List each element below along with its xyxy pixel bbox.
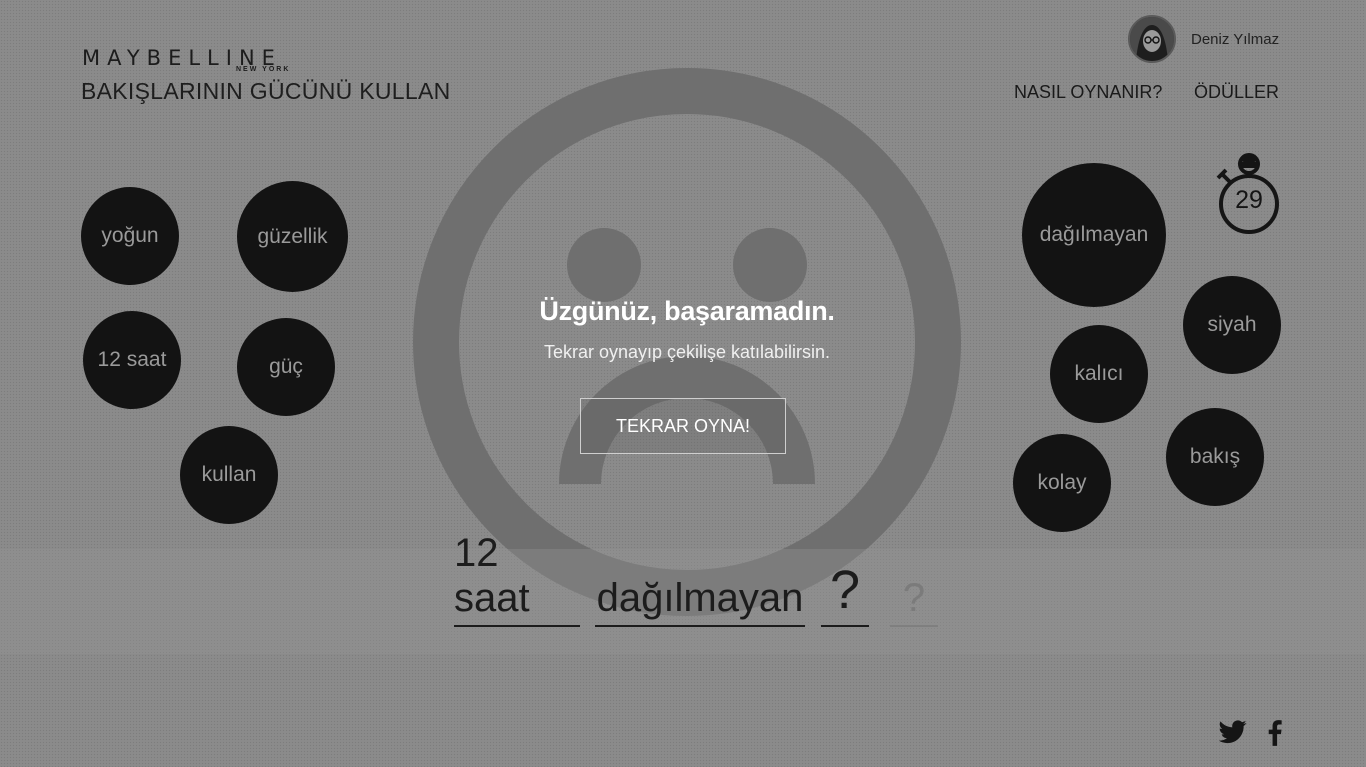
username[interactable]: Deniz Yılmaz bbox=[1191, 31, 1279, 48]
word-bubble[interactable]: güç bbox=[237, 318, 335, 416]
answer-slot[interactable]: dağılmayan bbox=[595, 565, 805, 627]
word-bubble[interactable]: dağılmayan bbox=[1022, 163, 1166, 307]
replay-button[interactable]: TEKRAR OYNA! bbox=[580, 398, 786, 454]
nav-how-to-play[interactable]: NASIL OYNANIR? bbox=[1014, 82, 1162, 103]
result-subtitle: Tekrar oynayıp çekilişe katılabilirsin. bbox=[543, 342, 831, 362]
word-bubble[interactable]: kolay bbox=[1013, 434, 1111, 532]
answer-slot-empty[interactable]: ? bbox=[890, 565, 938, 627]
answer-slot-empty[interactable]: ? bbox=[821, 560, 869, 627]
twitter-icon[interactable] bbox=[1219, 720, 1247, 744]
word-bubble[interactable]: kalıcı bbox=[1050, 325, 1148, 423]
result-title: Üzgünüz, başaramadın. bbox=[539, 296, 835, 326]
word-bubble[interactable]: 12 saat bbox=[83, 311, 181, 409]
word-bubble[interactable]: güzellik bbox=[237, 181, 348, 292]
game-screen: MAYBELLINE NEW YORK BAKIŞLARININ GÜCÜNÜ … bbox=[0, 0, 1366, 767]
answer-slot[interactable]: 12 saat bbox=[454, 531, 580, 627]
brand-subtitle: NEW YORK bbox=[236, 66, 291, 73]
facebook-icon[interactable] bbox=[1268, 720, 1282, 746]
user-avatar-icon bbox=[1130, 17, 1174, 61]
avatar[interactable] bbox=[1128, 15, 1176, 63]
word-bubble[interactable]: bakış bbox=[1166, 408, 1264, 506]
word-bubble[interactable]: yoğun bbox=[81, 187, 179, 285]
nav-prizes[interactable]: ÖDÜLLER bbox=[1194, 82, 1279, 103]
timer-seconds: 29 bbox=[1235, 186, 1263, 214]
page-tagline: BAKIŞLARININ GÜCÜNÜ KULLAN bbox=[81, 78, 451, 104]
word-bubble[interactable]: siyah bbox=[1183, 276, 1281, 374]
word-bubble[interactable]: kullan bbox=[180, 426, 278, 524]
